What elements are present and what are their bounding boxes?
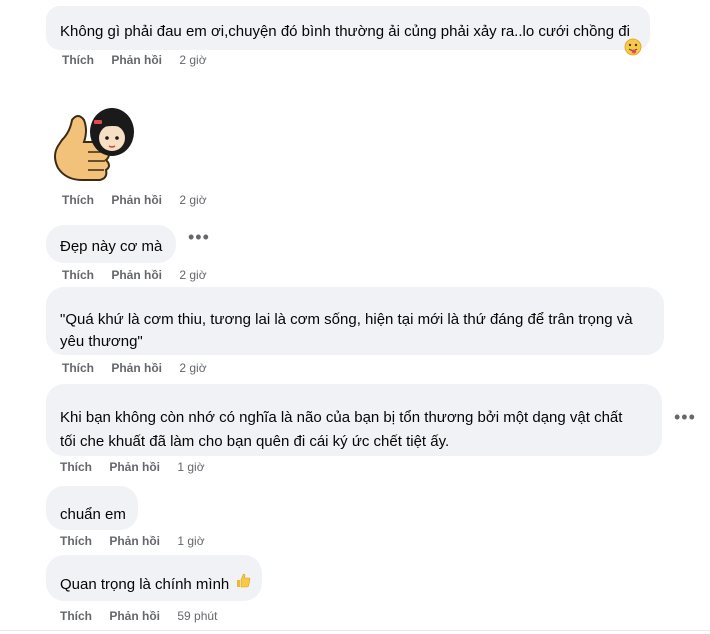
- like-link[interactable]: Thích: [60, 609, 92, 623]
- comment-bubble: Khi bạn không còn nhớ có nghĩa là não củ…: [46, 384, 662, 456]
- comment-actions: Thích Phản hồi 59 phút: [60, 609, 217, 623]
- timestamp[interactable]: 2 giờ: [179, 193, 206, 207]
- comment-actions: Thích Phản hồi 1 giờ: [60, 460, 205, 474]
- reply-link[interactable]: Phản hồi: [109, 534, 160, 548]
- comment-text-line-2: yêu thương": [60, 333, 143, 350]
- reply-link[interactable]: Phản hồi: [111, 193, 162, 207]
- comment-bubble: Đẹp này cơ mà: [46, 225, 176, 263]
- like-link[interactable]: Thích: [60, 534, 92, 548]
- reply-link[interactable]: Phản hồi: [109, 609, 160, 623]
- timestamp[interactable]: 59 phút: [177, 609, 217, 623]
- more-options-icon[interactable]: •••: [674, 408, 696, 426]
- timestamp[interactable]: 1 giờ: [177, 460, 204, 474]
- divider: [0, 630, 710, 631]
- like-link[interactable]: Thích: [62, 361, 94, 375]
- thumbs-up-girl-sticker-icon[interactable]: [48, 100, 138, 186]
- comment-bubble: chuẩn em: [46, 486, 138, 530]
- timestamp[interactable]: 2 giờ: [179, 53, 206, 67]
- like-link[interactable]: Thích: [60, 460, 92, 474]
- comment-bubble: Quan trọng là chính mình: [46, 555, 262, 601]
- comment-text: Quan trọng là chính mình: [60, 576, 230, 593]
- timestamp[interactable]: 1 giờ: [177, 534, 204, 548]
- comment-bubble: "Quá khứ là cơm thiu, tương lai là cơm s…: [46, 287, 664, 355]
- comment-text: Đẹp này cơ mà: [60, 238, 163, 255]
- tongue-out-emoji-icon: [624, 38, 642, 63]
- reply-link[interactable]: Phản hồi: [111, 268, 162, 282]
- more-options-icon[interactable]: •••: [188, 228, 210, 246]
- comment-actions: Thích Phản hồi 2 giờ: [62, 361, 207, 375]
- comment-text-line-2: tối che khuất đã làm cho bạn quên đi cái…: [60, 433, 450, 450]
- like-link[interactable]: Thích: [62, 268, 94, 282]
- reply-link[interactable]: Phản hồi: [109, 460, 160, 474]
- comment-actions: Thích Phản hồi 2 giờ: [62, 268, 207, 282]
- comment-text: Không gì phải đau em ơi,chuyện đó bình t…: [60, 23, 630, 40]
- timestamp[interactable]: 2 giờ: [179, 361, 206, 375]
- reply-link[interactable]: Phản hồi: [111, 361, 162, 375]
- reply-link[interactable]: Phản hồi: [111, 53, 162, 67]
- comment-text: chuẩn em: [60, 506, 126, 523]
- comment-text-line-1: Khi bạn không còn nhớ có nghĩa là não củ…: [60, 409, 623, 426]
- comment-actions: Thích Phản hồi 2 giờ: [62, 193, 207, 207]
- like-link[interactable]: Thích: [62, 53, 94, 67]
- timestamp[interactable]: 2 giờ: [179, 268, 206, 282]
- comment-actions: Thích Phản hồi 2 giờ: [62, 53, 207, 67]
- thumbs-up-emoji-icon: [235, 572, 251, 595]
- comment-bubble: Không gì phải đau em ơi,chuyện đó bình t…: [46, 6, 650, 56]
- like-link[interactable]: Thích: [62, 193, 94, 207]
- comment-actions: Thích Phản hồi 1 giờ: [60, 534, 205, 548]
- comment-text-line-1: "Quá khứ là cơm thiu, tương lai là cơm s…: [60, 311, 633, 328]
